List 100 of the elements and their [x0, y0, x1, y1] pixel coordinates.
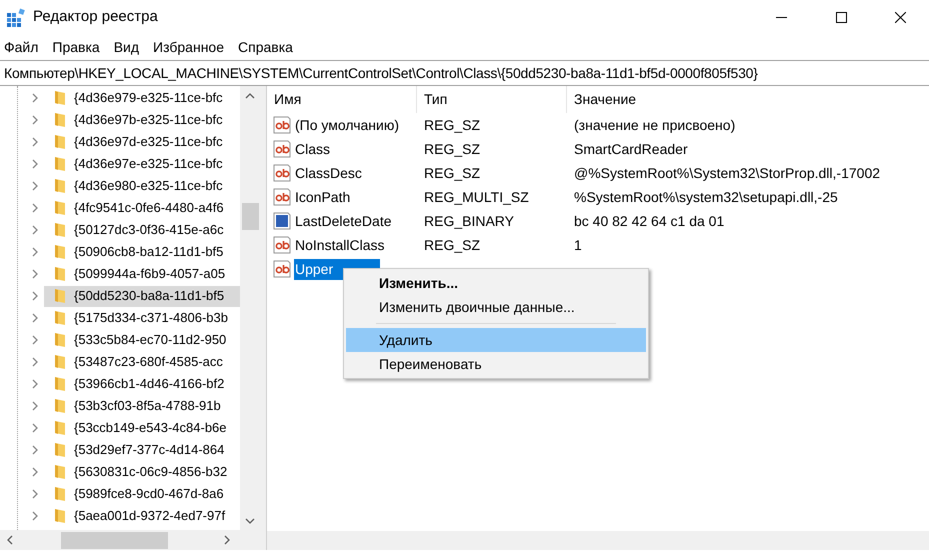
- tree-item[interactable]: {4d36e980-e325-11ce-bfc: [44, 176, 240, 196]
- menu-item[interactable]: Вид: [114, 37, 140, 58]
- chevron-icon[interactable]: [32, 401, 38, 411]
- string-value-icon: [273, 260, 291, 278]
- chevron-icon[interactable]: [32, 225, 38, 235]
- chevron-icon[interactable]: [32, 159, 38, 169]
- tree-item[interactable]: {53ccb149-e543-4c84-b6e: [44, 418, 240, 438]
- tree-item[interactable]: {4d36e979-e325-11ce-bfc: [44, 88, 240, 108]
- chevron-icon[interactable]: [32, 379, 38, 389]
- tree-item[interactable]: {4d36e97b-e325-11ce-bfc: [44, 110, 240, 130]
- close-icon[interactable]: [894, 12, 906, 23]
- value-name[interactable]: NoInstallClass: [294, 234, 386, 256]
- folder-icon: [54, 354, 66, 370]
- registry-editor-icon: [6, 8, 26, 28]
- value-data: SmartCardReader: [573, 140, 688, 158]
- key-label: {4d36e980-e325-11ce-bfc: [74, 177, 223, 196]
- folder-icon: [54, 200, 66, 216]
- tree-item[interactable]: {53d29ef7-377c-4d14-864: [44, 440, 240, 460]
- horizontal-scrollbar[interactable]: [0, 530, 260, 550]
- value-name[interactable]: Class: [294, 138, 332, 160]
- chevron-icon[interactable]: [32, 489, 38, 499]
- tree-item[interactable]: {50dd5230-ba8a-11d1-bf5: [44, 286, 240, 306]
- context-menu-item[interactable]: Изменить двоичные данные...: [346, 295, 646, 319]
- tree-item[interactable]: {53b3cf03-8f5a-4788-91b: [44, 396, 240, 416]
- scroll-up-icon[interactable]: [245, 93, 255, 99]
- chevron-icon[interactable]: [32, 291, 38, 301]
- chevron-icon[interactable]: [32, 115, 38, 125]
- value-type: REG_SZ: [423, 116, 482, 135]
- tree-item[interactable]: {5099944a-f6b9-4057-a05: [44, 264, 240, 284]
- string-value-icon: [273, 164, 291, 182]
- scroll-thumb[interactable]: [61, 532, 168, 548]
- folder-icon: [54, 288, 66, 304]
- value-data: 1: [573, 236, 582, 254]
- chevron-icon[interactable]: [32, 137, 38, 147]
- chevron-icon[interactable]: [32, 313, 38, 323]
- scroll-down-icon[interactable]: [245, 518, 255, 524]
- tree-item[interactable]: {5989fce8-9cd0-467d-8a6: [44, 484, 240, 504]
- scroll-thumb[interactable]: [242, 203, 258, 230]
- folder-icon: [54, 442, 66, 458]
- address-bar[interactable]: Компьютер\HKEY_LOCAL_MACHINE\SYSTEM\CurrentControlSet\Control\Class\{50dd5230-ba8a-11d1-bf5d-0000f805f530}: [4, 62, 758, 84]
- key-label: {53b3cf03-8f5a-4788-91b: [74, 397, 221, 416]
- key-label: {533c5b84-ec70-11d2-950: [74, 331, 226, 350]
- tree-item[interactable]: {5630831c-06c9-4856-b32: [44, 462, 240, 482]
- key-label: {50dd5230-ba8a-11d1-bf5: [74, 287, 224, 306]
- tree-item[interactable]: {5aea001d-9372-4ed7-97f: [44, 506, 240, 526]
- value-type: REG_MULTI_SZ: [423, 188, 530, 207]
- key-label: {4d36e979-e325-11ce-bfc: [74, 89, 223, 108]
- value-name[interactable]: (По умолчанию): [294, 114, 400, 136]
- key-label: {5aea001d-9372-4ed7-97f: [74, 507, 226, 526]
- tree-item[interactable]: {50906cb8-ba12-11d1-bf5: [44, 242, 240, 262]
- context-menu-item[interactable]: Удалить: [346, 328, 646, 352]
- folder-icon: [54, 508, 66, 524]
- chevron-icon[interactable]: [32, 511, 38, 521]
- chevron-icon[interactable]: [32, 467, 38, 477]
- chevron-icon[interactable]: [32, 445, 38, 455]
- menu-item[interactable]: Избранное: [153, 37, 224, 58]
- column-header[interactable]: Тип: [417, 86, 567, 113]
- horizontal-scrollbar[interactable]: [267, 531, 929, 550]
- tree-item[interactable]: {5175d334-c371-4806-b3b: [44, 308, 240, 328]
- value-type: REG_SZ: [423, 236, 482, 255]
- key-label: {5989fce8-9cd0-467d-8a6: [74, 485, 224, 504]
- value-name[interactable]: ClassDesc: [294, 162, 363, 184]
- column-header[interactable]: Значение: [567, 86, 929, 113]
- menu-item[interactable]: Справка: [238, 37, 293, 58]
- key-label: {5099944a-f6b9-4057-a05: [74, 265, 226, 284]
- context-menu-item[interactable]: Переименовать: [346, 352, 646, 376]
- tree-item[interactable]: {53487c23-680f-4585-acc: [44, 352, 240, 372]
- value-data: @%SystemRoot%\System32\StorProp.dll,-17002: [573, 164, 880, 183]
- tree-item[interactable]: {50127dc3-0f36-415e-a6c: [44, 220, 240, 240]
- chevron-icon[interactable]: [32, 423, 38, 433]
- menu-item[interactable]: Правка: [52, 37, 100, 58]
- scroll-left-icon[interactable]: [7, 535, 13, 545]
- chevron-icon[interactable]: [32, 181, 38, 191]
- folder-icon: [54, 112, 66, 128]
- key-label: {50127dc3-0f36-415e-a6c: [74, 221, 224, 240]
- folder-icon: [54, 332, 66, 348]
- tree-item[interactable]: {4d36e97d-e325-11ce-bfc: [44, 132, 240, 152]
- key-label: {4d36e97e-e325-11ce-bfc: [74, 155, 223, 174]
- string-value-icon: [273, 188, 291, 206]
- value-name[interactable]: LastDeleteDate: [294, 210, 393, 232]
- chevron-icon[interactable]: [32, 357, 38, 367]
- folder-icon: [54, 134, 66, 150]
- chevron-icon[interactable]: [32, 93, 38, 103]
- tree-item[interactable]: {4d36e97e-e325-11ce-bfc: [44, 154, 240, 174]
- tree-item[interactable]: {4fc9541c-0fe6-4480-a4f6: [44, 198, 240, 218]
- string-value-icon: [273, 116, 291, 134]
- value-type: REG_SZ: [423, 140, 482, 159]
- chevron-icon[interactable]: [32, 247, 38, 257]
- chevron-icon[interactable]: [32, 269, 38, 279]
- value-name[interactable]: IconPath: [294, 186, 352, 208]
- maximize-icon[interactable]: [836, 12, 846, 23]
- scroll-right-icon[interactable]: [224, 535, 230, 545]
- chevron-icon[interactable]: [32, 203, 38, 213]
- folder-icon: [54, 178, 66, 194]
- tree-item[interactable]: {533c5b84-ec70-11d2-950: [44, 330, 240, 350]
- chevron-icon[interactable]: [32, 335, 38, 345]
- menu-item[interactable]: Файл: [4, 37, 38, 58]
- key-label: {4d36e97d-e325-11ce-bfc: [74, 133, 223, 152]
- column-header[interactable]: Имя: [267, 86, 417, 113]
- tree-item[interactable]: {53966cb1-4d46-4166-bf2: [44, 374, 240, 394]
